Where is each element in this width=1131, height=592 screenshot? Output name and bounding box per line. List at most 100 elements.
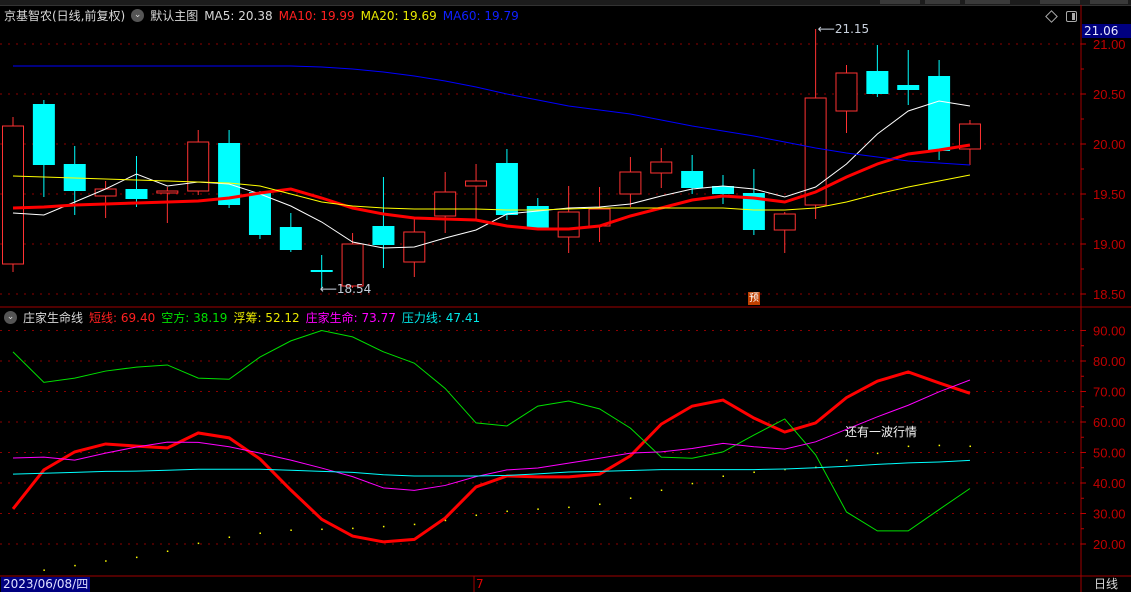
y-tick-label: 90.00 [1093, 324, 1126, 339]
y-tick-label: 20.50 [1093, 87, 1126, 102]
fuchou-dot [876, 452, 879, 455]
candle-body-up [619, 171, 642, 195]
high-price-marker: ⟵21.15 [818, 22, 870, 36]
arrow-left-icon: ⟵ [319, 282, 337, 296]
high-price-value: 21.15 [834, 22, 870, 36]
y-tick-label: 70.00 [1093, 385, 1126, 400]
fuchou-dot [413, 523, 416, 526]
candle-body-down [125, 189, 148, 199]
candle-body-down [928, 76, 951, 151]
candle[interactable] [588, 187, 611, 242]
fuchou-dot [475, 514, 478, 517]
indicator-lines [11, 329, 971, 571]
fuchou-dot [537, 508, 539, 510]
y-tick-label: 18.50 [1093, 287, 1126, 302]
fuchou-dot [568, 506, 570, 509]
candle[interactable] [619, 157, 642, 207]
candle[interactable] [156, 187, 179, 223]
candle[interactable] [897, 50, 920, 105]
short-line-value: 短线: 69.40 [89, 311, 156, 325]
fuchou-dot [691, 482, 694, 485]
candle[interactable] [434, 172, 457, 233]
candle[interactable] [248, 191, 271, 239]
fuchou-dot [629, 497, 632, 499]
candle[interactable] [187, 130, 210, 195]
candle-body-up [650, 161, 673, 174]
stock-title: 京基智农(日线,前复权) [4, 9, 126, 23]
candle[interactable] [125, 156, 148, 207]
chevron-down-icon[interactable]: ⌄ [131, 9, 145, 22]
forecast-marker[interactable]: 预 [748, 292, 760, 305]
candle-body-up [2, 125, 24, 265]
candle[interactable] [2, 117, 24, 272]
candle-body-down [310, 270, 333, 272]
ma5-value: MA5: 20.38 [204, 8, 273, 23]
y-tick-label: 19.00 [1093, 237, 1126, 252]
candle-body-up [434, 191, 457, 217]
fuchou-dot [660, 489, 663, 492]
y-tick-label: 80.00 [1093, 354, 1126, 369]
fuchou-dot [290, 529, 292, 531]
candle[interactable] [279, 213, 302, 252]
y-tick-label: 19.50 [1093, 187, 1126, 202]
fuchou-dot [166, 550, 169, 553]
candle-body-up [341, 243, 364, 287]
fuchou-dot [352, 527, 354, 530]
candle[interactable] [94, 181, 117, 218]
fuchou-dot [135, 556, 138, 559]
fuchou-dot [197, 542, 200, 545]
candle-body-down [897, 85, 920, 90]
candle-body-down [495, 163, 518, 215]
candle[interactable] [32, 100, 55, 197]
y-tick-label: 20.00 [1093, 137, 1126, 152]
ma20-value: MA20: 19.69 [360, 8, 437, 23]
template-selector[interactable]: 默认主图 [150, 7, 198, 24]
candle[interactable] [866, 45, 889, 97]
zhuangjia-value: 庄家生命: 73.77 [305, 311, 396, 325]
main-chart-header: 京基智农(日线,前复权) ⌄ 默认主图 MA5: 20.38 MA10: 19.… [4, 7, 519, 24]
current-price-label: 21.06 [1082, 24, 1131, 38]
indicator-title[interactable]: 庄家生命线 [23, 309, 83, 326]
fuchou-dot [43, 569, 45, 571]
candle[interactable] [372, 177, 395, 268]
candle-body-up [557, 211, 580, 238]
fuchou-dot [506, 510, 508, 513]
chevron-down-icon[interactable]: ⌄ [4, 311, 17, 324]
fuchou-dot [105, 560, 107, 562]
candle[interactable] [835, 65, 858, 133]
low-price-marker: ⟵18.54 [320, 282, 372, 296]
indicator-header: ⌄ 庄家生命线 短线: 69.40 空方: 38.19 浮筹: 52.12 庄家… [4, 309, 480, 326]
y-tick-label: 40.00 [1093, 476, 1126, 491]
fuchou-dot [907, 445, 910, 448]
y-tick-label: 30.00 [1093, 507, 1126, 522]
short-line [11, 370, 971, 544]
pressure-line-value: 压力线: 47.41 [401, 311, 481, 325]
panel-toggle-icon[interactable] [1066, 11, 1077, 22]
fuchou-dots [43, 444, 971, 571]
candle[interactable] [742, 169, 765, 235]
low-price-value: 18.54 [336, 282, 372, 296]
fuchou-dot [74, 564, 76, 567]
candle-body-down [681, 171, 704, 188]
fuchou-dot [938, 444, 941, 447]
y-tick-label: 21.00 [1093, 37, 1126, 52]
price-axis: 21.00 20.50 20.00 19.50 19.00 18.50 90.00 80.00… [0, 5, 1131, 592]
candle[interactable] [650, 148, 673, 188]
candle[interactable] [958, 120, 981, 165]
fuchou-dot [722, 475, 725, 477]
candle[interactable] [465, 164, 488, 220]
ma10-value: MA10: 19.99 [278, 8, 355, 23]
candle[interactable] [928, 60, 951, 160]
fuchou-dot [321, 528, 323, 531]
cursor-date: 2023/06/08/四 [1, 577, 91, 592]
candle-body-up [187, 141, 210, 192]
candle[interactable] [712, 175, 735, 204]
candle[interactable] [773, 212, 796, 253]
candle-body-down [32, 104, 55, 165]
candle[interactable] [341, 233, 364, 288]
fuchou-dot [444, 519, 447, 522]
kline-chart[interactable]: 21.00 20.50 20.00 19.50 19.00 18.50 90.00 80.00… [0, 0, 1131, 592]
candle[interactable] [526, 198, 549, 228]
period-selector[interactable]: 日线 [1094, 577, 1118, 592]
candle[interactable] [557, 186, 580, 253]
